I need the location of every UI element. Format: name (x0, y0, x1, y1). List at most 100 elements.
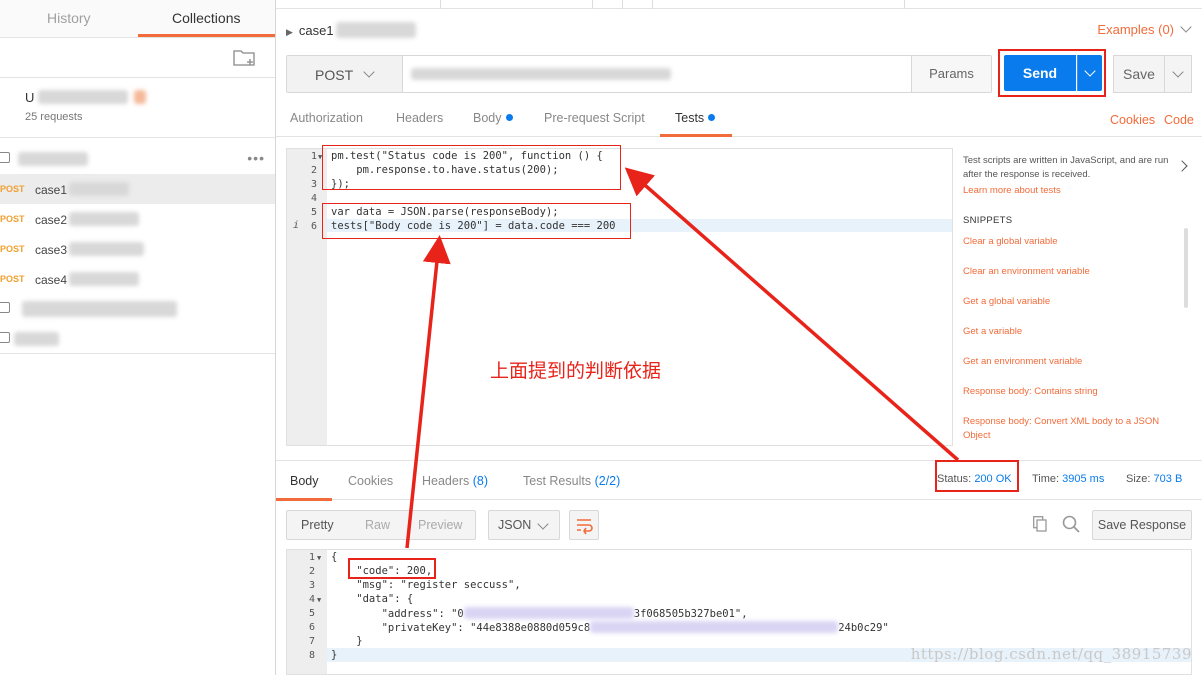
wrap-lines-icon (577, 519, 593, 535)
folder-row[interactable] (0, 294, 275, 324)
response-tab-cookies[interactable]: Cookies (348, 474, 393, 488)
view-preview-button[interactable]: Preview (418, 518, 462, 532)
modified-dot-icon (708, 114, 716, 121)
line-number: 6 (308, 622, 315, 633)
sidebar-tabs: History Collections (0, 0, 275, 38)
cookies-link[interactable]: Cookies (1110, 113, 1155, 127)
response-toolbar: Pretty Raw Preview JSON Save Response (276, 500, 1202, 548)
line-number: 7 (308, 636, 315, 647)
more-options-icon[interactable]: ••• (247, 150, 265, 166)
tab-body[interactable]: Body (473, 111, 513, 125)
annotation-box-body-test (322, 203, 631, 239)
new-collection-bar (0, 38, 275, 78)
folder-icon (0, 152, 10, 163)
line-number: 5 (310, 207, 317, 218)
tab-collections[interactable]: Collections (137, 0, 275, 37)
json-line: "data": { (331, 593, 414, 605)
snippet-item[interactable]: Get a variable (963, 325, 1178, 339)
response-tab-test-results[interactable]: Test Results (2/2) (523, 474, 620, 488)
examples-dropdown[interactable]: Examples (0) (1097, 21, 1192, 37)
collection-header[interactable]: U 25 requests (0, 78, 275, 138)
response-tab-headers[interactable]: Headers (8) (422, 474, 488, 488)
new-collection-folder-plus-icon[interactable] (233, 48, 257, 66)
send-options-button[interactable] (1077, 55, 1102, 91)
line-number: 8 (308, 650, 315, 661)
chevron-down-icon (1172, 66, 1184, 78)
tab-authorization[interactable]: Authorization (290, 111, 363, 125)
wrap-lines-button[interactable] (569, 510, 599, 540)
folder-icon (0, 302, 10, 313)
request-name: case4 (35, 272, 140, 287)
json-line: "address": "0 3f068505b327be01", (331, 607, 748, 620)
view-raw-button[interactable]: Raw (365, 518, 390, 532)
view-pretty-button[interactable]: Pretty (301, 518, 334, 532)
active-tab-indicator (660, 134, 732, 137)
snippet-item[interactable]: Get a global variable (963, 295, 1178, 309)
collection-name: U (25, 90, 147, 105)
send-button[interactable]: Send (1004, 55, 1076, 91)
folder-row[interactable]: ••• (0, 144, 275, 174)
tab-history[interactable]: History (0, 0, 138, 37)
search-icon[interactable] (1062, 515, 1080, 533)
save-button[interactable]: Save (1113, 55, 1165, 93)
line-number: 1 (308, 552, 315, 563)
line-number: 3 (308, 580, 315, 591)
format-select[interactable]: JSON (488, 510, 560, 540)
chevron-down-icon (537, 518, 549, 530)
folder-row[interactable] (0, 324, 275, 354)
caret-right-icon: ▶ (286, 27, 293, 37)
response-tabs: Body Cookies Headers (8) Test Results (2… (276, 460, 1202, 501)
snippet-item[interactable]: Response body: Convert XML body to a JSO… (963, 415, 1178, 443)
response-size: Size: 703 B (1126, 473, 1183, 485)
json-line: "privateKey": "44e8388e0880d059c8 24b0c29… (331, 621, 889, 634)
editor-gutter: 1 ▼ 2 3 4 5 i 6 (287, 149, 327, 445)
snippets-title: SNIPPETS (963, 215, 1013, 226)
request-tabs: Authorization Headers Body Pre-request S… (276, 103, 1202, 137)
learn-more-link[interactable]: Learn more about tests (963, 185, 1061, 196)
snippets-scrollbar[interactable] (1184, 228, 1188, 308)
tab-pre-request-script[interactable]: Pre-request Script (544, 111, 645, 125)
snippet-item[interactable]: Clear an environment variable (963, 265, 1178, 279)
watermark: https://blog.csdn.net/qq_38915739 (910, 645, 1192, 663)
tab-headers[interactable]: Headers (396, 111, 443, 125)
url-bar: POST Params (286, 55, 992, 93)
save-options-button[interactable] (1165, 55, 1192, 93)
tests-editor[interactable]: 1 ▼ 2 3 4 5 i 6 pm.test("Status code is 2… (286, 148, 953, 446)
send-annotation-box: Send (998, 49, 1106, 97)
fold-toggle-icon[interactable]: ▼ (317, 554, 321, 562)
request-row[interactable]: POST case2 (0, 204, 275, 234)
view-mode-toggle: Pretty Raw Preview (286, 510, 476, 540)
save-response-button[interactable]: Save Response (1092, 510, 1192, 540)
params-button[interactable]: Params (911, 56, 991, 92)
request-row[interactable]: POST case3 (0, 234, 275, 264)
line-number: 3 (310, 179, 317, 190)
line-number: 2 (310, 165, 317, 176)
request-name: case3 (35, 242, 145, 257)
code-link[interactable]: Code (1164, 113, 1194, 127)
json-line: "msg": "register seccuss", (331, 579, 521, 591)
snippet-item[interactable]: Get an environment variable (963, 355, 1178, 369)
line-number: 6 (310, 221, 317, 232)
tab-tests[interactable]: Tests (675, 111, 716, 125)
snippet-item[interactable]: Clear a global variable (963, 235, 1178, 249)
request-row[interactable]: POST case4 (0, 264, 275, 294)
request-method-tag: POST (0, 184, 25, 194)
fold-toggle-icon[interactable]: ▼ (317, 596, 321, 604)
request-builder: ▶ case1 Examples (0) POST Params Send Sav… (276, 0, 1202, 675)
request-method-tag: POST (0, 244, 25, 254)
snippet-item[interactable]: Response body: Contains string (963, 385, 1178, 399)
json-line: } (331, 649, 338, 661)
copy-icon[interactable] (1033, 516, 1047, 532)
line-number: 5 (308, 608, 315, 619)
json-line: } (331, 635, 363, 647)
collection-request-count: 25 requests (25, 111, 83, 123)
url-input[interactable] (403, 56, 913, 92)
collapse-panel-chevron-icon[interactable] (1176, 160, 1188, 172)
breadcrumb[interactable]: ▶ case1 (286, 22, 416, 38)
line-number: 4 (308, 594, 315, 605)
request-method-tag: POST (0, 214, 25, 224)
method-select[interactable]: POST (287, 56, 403, 92)
chevron-down-icon (1084, 65, 1096, 77)
response-tab-body[interactable]: Body (290, 474, 319, 488)
request-row[interactable]: POST case1 (0, 174, 275, 204)
